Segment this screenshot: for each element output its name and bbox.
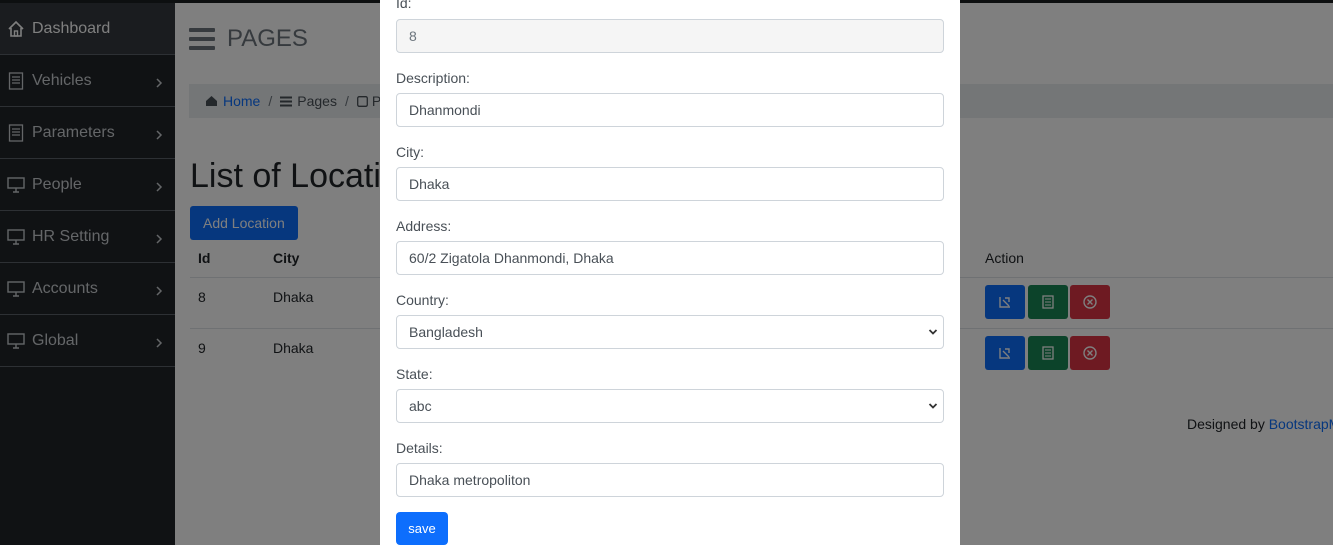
state-select[interactable]: abc bbox=[396, 389, 944, 423]
id-label: Id: bbox=[396, 0, 412, 11]
country-select[interactable]: Bangladesh bbox=[396, 315, 944, 349]
description-label: Description: bbox=[396, 70, 470, 86]
details-label: Details: bbox=[396, 440, 443, 456]
details-field[interactable]: Dhaka metropoliton bbox=[396, 463, 944, 497]
country-select-value: Bangladesh bbox=[409, 324, 483, 340]
description-field[interactable]: Dhanmondi bbox=[396, 93, 944, 127]
country-label: Country: bbox=[396, 292, 449, 308]
address-label: Address: bbox=[396, 218, 452, 234]
save-button[interactable]: save bbox=[396, 512, 448, 545]
state-select-value: abc bbox=[409, 398, 432, 414]
city-field[interactable]: Dhaka bbox=[396, 167, 944, 201]
state-label: State: bbox=[396, 366, 433, 382]
address-field[interactable]: 60/2 Zigatola Dhanmondi, Dhaka bbox=[396, 241, 944, 275]
chevron-down-icon bbox=[928, 399, 938, 416]
city-label: City: bbox=[396, 144, 424, 160]
edit-location-modal: Id: 8 Description: Dhanmondi City: Dhaka… bbox=[380, 0, 960, 545]
chevron-down-icon bbox=[928, 325, 938, 342]
id-field[interactable]: 8 bbox=[396, 19, 944, 53]
